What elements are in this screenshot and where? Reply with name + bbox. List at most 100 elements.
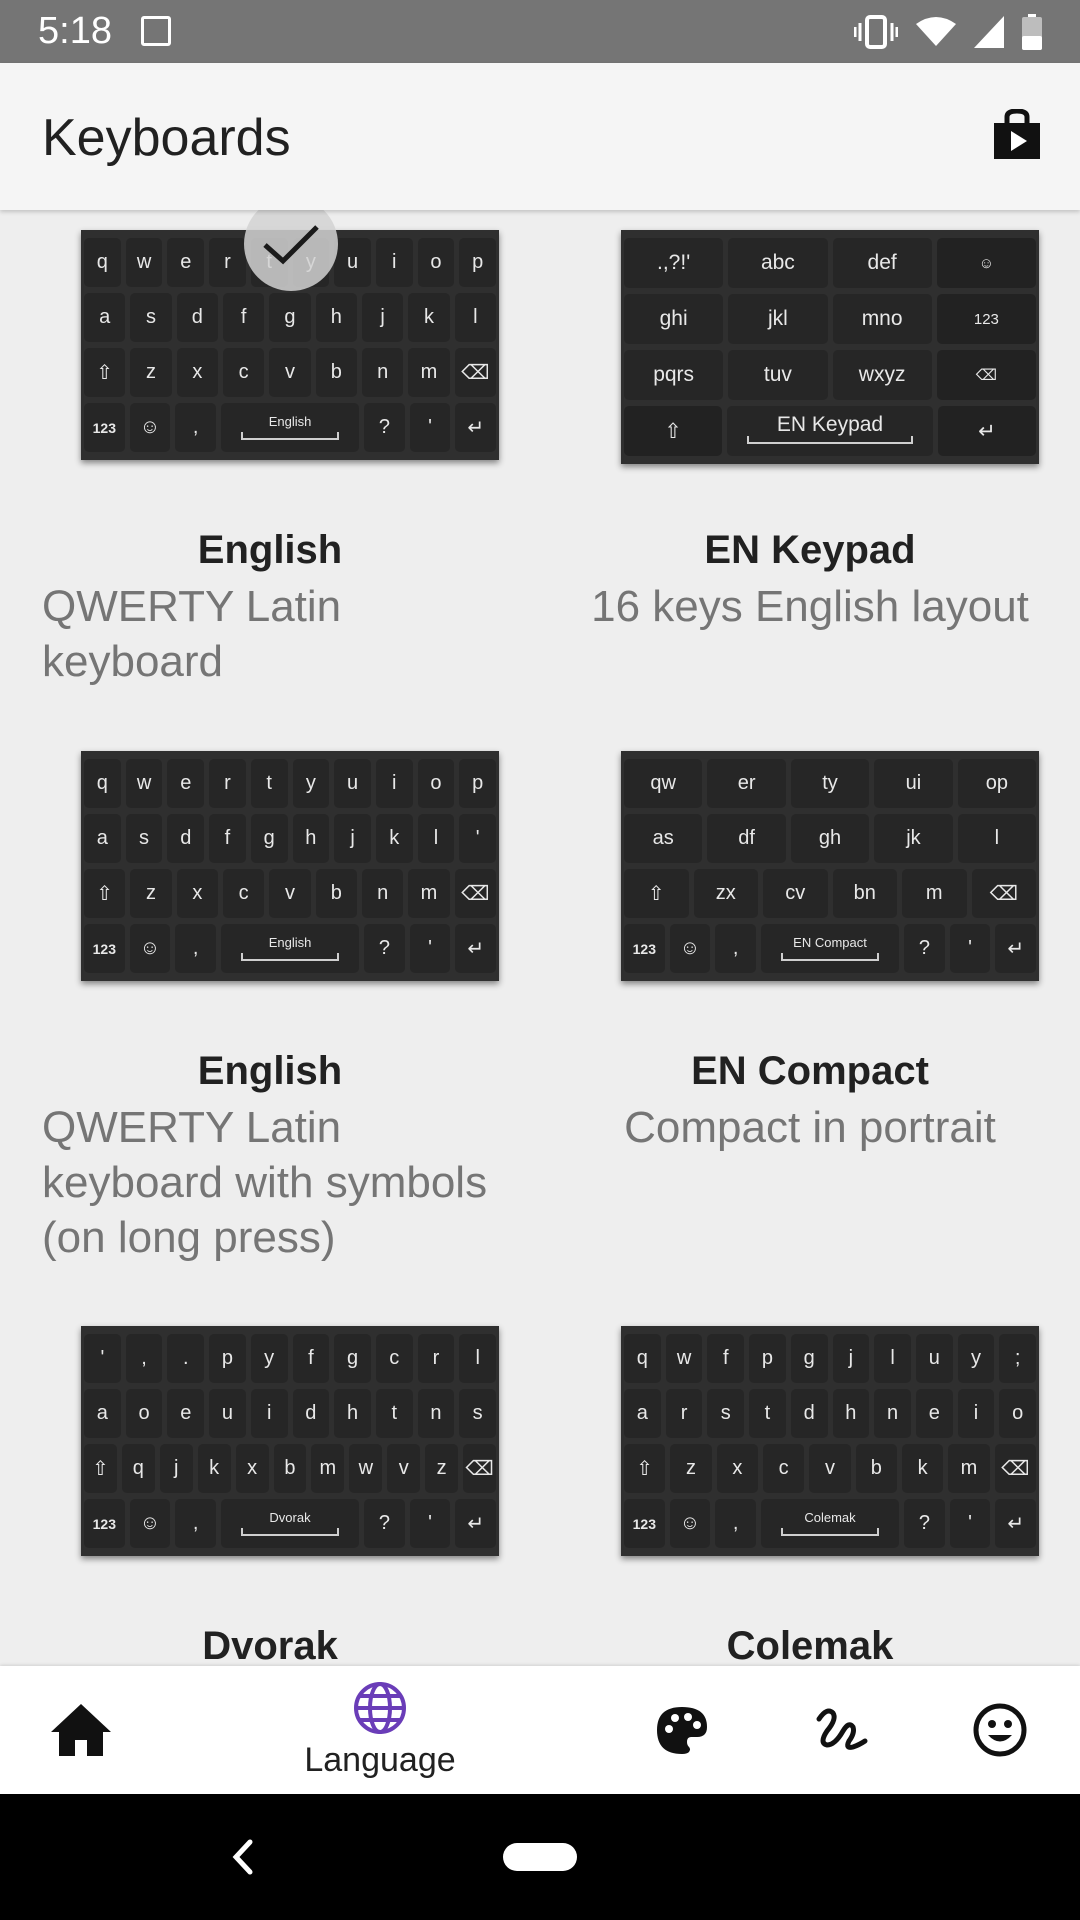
apostrophe-key: '	[409, 924, 451, 973]
key: jkl	[728, 294, 828, 344]
key: h	[315, 293, 357, 342]
key: w	[125, 238, 163, 287]
keyboard-layout: q w e r t y u i o p a s d f g h j k l ' ⇧ z x c v b n m ⌫ 123 ☺, Englis…	[81, 751, 499, 981]
key: s	[125, 814, 163, 863]
key: o	[125, 1389, 163, 1438]
enter-key: ↵	[937, 406, 1036, 456]
key: d	[167, 814, 205, 863]
home-pill-button[interactable]	[503, 1843, 577, 1871]
key: g	[250, 814, 288, 863]
key: b	[315, 869, 357, 918]
keyboard-preview[interactable]: ',. p y f g c r l a o e u i d h t n s ⇧ q j k x b m w v z ⌫ 123 ☺, Dvor…	[81, 1326, 499, 1572]
key: m	[902, 869, 967, 918]
key: ⌫	[463, 1444, 496, 1493]
key: u	[334, 759, 371, 808]
key: qw	[624, 759, 703, 808]
space-key: Colemak	[760, 1499, 900, 1548]
keyboard-preview[interactable]: q w f p g j l u y; a r s t d h n e i o ⇧ z x c v b k m ⌫ 123 ☺, Colema…	[621, 1326, 1039, 1572]
key: h	[334, 1389, 371, 1438]
key: l	[459, 1334, 497, 1383]
apostrophe-key: '	[409, 1499, 451, 1548]
key: ⇧	[84, 869, 126, 918]
space-key-label: English	[268, 935, 312, 950]
key: .,?!'	[624, 238, 724, 288]
keyboard-grid[interactable]: qwertyuiopasdfghjkl⇧zxcvbnm⌫123☺,English…	[0, 210, 1080, 1666]
keyboard-preview[interactable]: .,?!' abc def ☺ ghi jkl mno 123 pqrs tuv wxyz ⌫ ⇧ EN …	[621, 230, 1039, 476]
keyboard-card[interactable]: q w e r t y u i o p a s d f g h j k l ' ⇧ z x c v b n m ⌫ 123 ☺, Englis…	[0, 751, 540, 1265]
nav-theme[interactable]	[650, 1666, 714, 1794]
key: gh	[790, 814, 870, 863]
key: ui	[874, 759, 953, 808]
keyboard-card[interactable]: qw er ty ui op as df gh jk l ⇧ zx cv bn m ⌫ 123 ☺, EN Comp…	[540, 751, 1080, 1155]
key: tuv	[728, 350, 828, 400]
key: wxyz	[832, 350, 932, 400]
key: d	[292, 1389, 330, 1438]
keyboard-description: QWERTY Latin keyboard with symbols (on l…	[42, 1103, 488, 1262]
key: l	[874, 1334, 911, 1383]
key: u	[334, 238, 371, 287]
key: bn	[832, 869, 897, 918]
keyboard-card[interactable]: ',. p y f g c r l a o e u i d h t n s ⇧ q j k x b m w v z ⌫ 123 ☺, Dvor…	[0, 1326, 540, 1666]
apostrophe-key: '	[409, 403, 451, 452]
key: b	[315, 348, 357, 397]
key: m	[408, 869, 450, 918]
space-key: Dvorak	[220, 1499, 360, 1548]
key: f	[222, 293, 265, 342]
keyboard-preview[interactable]: q w e r t y u i o p a s d f g h j k l ' ⇧ z x c v b n m ⌫ 123 ☺, Englis…	[81, 751, 499, 997]
play-store-icon[interactable]	[990, 109, 1044, 163]
status-bar: 5:18	[0, 0, 1080, 63]
key: ⌫	[454, 869, 496, 918]
keyboard-card[interactable]: .,?!' abc def ☺ ghi jkl mno 123 pqrs tuv wxyz ⌫ ⇧ EN …	[540, 230, 1080, 634]
key: o	[417, 238, 455, 287]
key: f	[209, 814, 246, 863]
battery-icon	[1022, 14, 1042, 50]
keyboard-layout: ',. p y f g c r l a o e u i d h t n s ⇧ q j k x b m w v z ⌫ 123 ☺, Dvor…	[81, 1326, 499, 1556]
key: r	[417, 1334, 455, 1383]
key: k	[408, 293, 450, 342]
nav-emoji[interactable]	[970, 1666, 1030, 1794]
key: zx	[693, 869, 758, 918]
key: r	[665, 1389, 703, 1438]
key: j	[361, 293, 404, 342]
key: k	[901, 1444, 944, 1493]
nav-gesture[interactable]	[810, 1666, 874, 1794]
key: x	[176, 348, 218, 397]
key: ⌫	[454, 348, 496, 397]
key: l	[417, 814, 455, 863]
keyboard-card[interactable]: qwertyuiopasdfghjkl⇧zxcvbnm⌫123☺,English…	[0, 210, 540, 689]
key: s	[130, 293, 172, 342]
nav-language[interactable]: Language	[290, 1666, 470, 1794]
keyboard-title: Dvorak	[202, 1624, 338, 1666]
question-key: ?	[904, 924, 945, 973]
key: n	[361, 869, 404, 918]
nav-home[interactable]	[36, 1666, 126, 1794]
keyboard-preview[interactable]: qw er ty ui op as df gh jk l ⇧ zx cv bn m ⌫ 123 ☺, EN Comp…	[621, 751, 1039, 997]
key: r	[209, 759, 246, 808]
key: e	[167, 238, 205, 287]
question-key: ?	[364, 924, 405, 973]
key: z	[130, 348, 172, 397]
space-key-label: EN Keypad	[776, 413, 884, 436]
apostrophe-key: '	[949, 1499, 991, 1548]
key: ⇧	[624, 869, 689, 918]
key: as	[624, 814, 703, 863]
comma-key: ,	[175, 924, 216, 973]
emoji-key: ☺	[669, 1499, 711, 1548]
language-globe-icon	[354, 1681, 406, 1734]
key: v	[269, 348, 311, 397]
key: d	[790, 1389, 828, 1438]
keyboard-preview[interactable]: qwertyuiopasdfghjkl⇧zxcvbnm⌫123☺,English…	[81, 210, 499, 476]
keyboard-title: English	[197, 1049, 343, 1093]
key: f	[292, 1334, 330, 1383]
keyboard-card[interactable]: q w f p g j l u y; a r s t d h n e i o ⇧ z x c v b k m ⌫ 123 ☺, Colema…	[540, 1326, 1080, 1666]
image-notification-icon	[141, 16, 171, 46]
status-icons	[854, 14, 1042, 50]
shift-key: ⇧	[624, 406, 723, 456]
status-time: 5:18	[38, 10, 112, 52]
question-key: ?	[364, 403, 405, 452]
key: p	[209, 1334, 246, 1383]
back-icon[interactable]	[218, 1832, 268, 1882]
numbers-key: 123	[624, 924, 665, 973]
key: w	[125, 759, 163, 808]
keyboard-description: QWERTY Latin keyboard	[42, 582, 342, 686]
